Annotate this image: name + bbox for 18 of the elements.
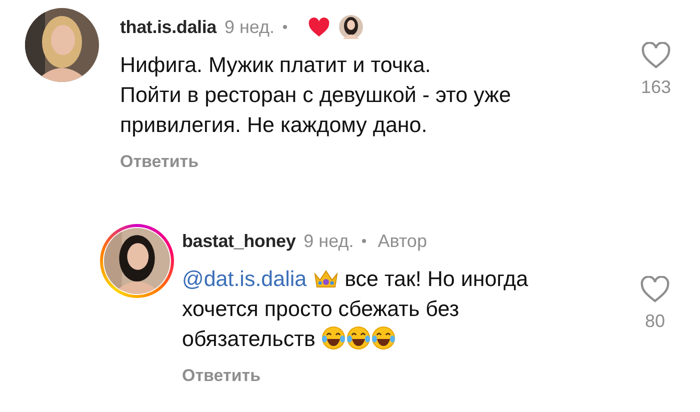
comment-text: Нифига. Мужик платит и точка. Пойти в ресторан с девушкой - это уже привилегия. Не каждому дано. bbox=[120, 52, 512, 139]
reply-link[interactable]: Ответить bbox=[182, 366, 261, 386]
heart-icon[interactable] bbox=[640, 276, 670, 303]
username[interactable]: bastat_honey bbox=[182, 230, 296, 252]
author-label: Автор bbox=[378, 230, 427, 252]
like-count: 163 bbox=[640, 77, 672, 98]
laughing-face-icon bbox=[371, 326, 396, 350]
crown-icon bbox=[312, 268, 339, 290]
laughing-face-icon bbox=[346, 326, 372, 350]
username[interactable]: that.is.dalia bbox=[120, 16, 216, 38]
heart-icon[interactable] bbox=[641, 42, 671, 69]
reply-link[interactable]: Ответить bbox=[120, 152, 199, 172]
comment-time: 9 нед. bbox=[224, 16, 275, 38]
comment-time: 9 нед. bbox=[304, 230, 354, 252]
laughing-face-icon bbox=[321, 326, 346, 350]
like-count: 80 bbox=[644, 311, 666, 332]
mention-link[interactable]: @dat.is.dalia bbox=[182, 267, 307, 291]
comment-text: @dat.is.dalia все так! Но иногда хочется просто сбежать без обязательств bbox=[182, 266, 530, 353]
